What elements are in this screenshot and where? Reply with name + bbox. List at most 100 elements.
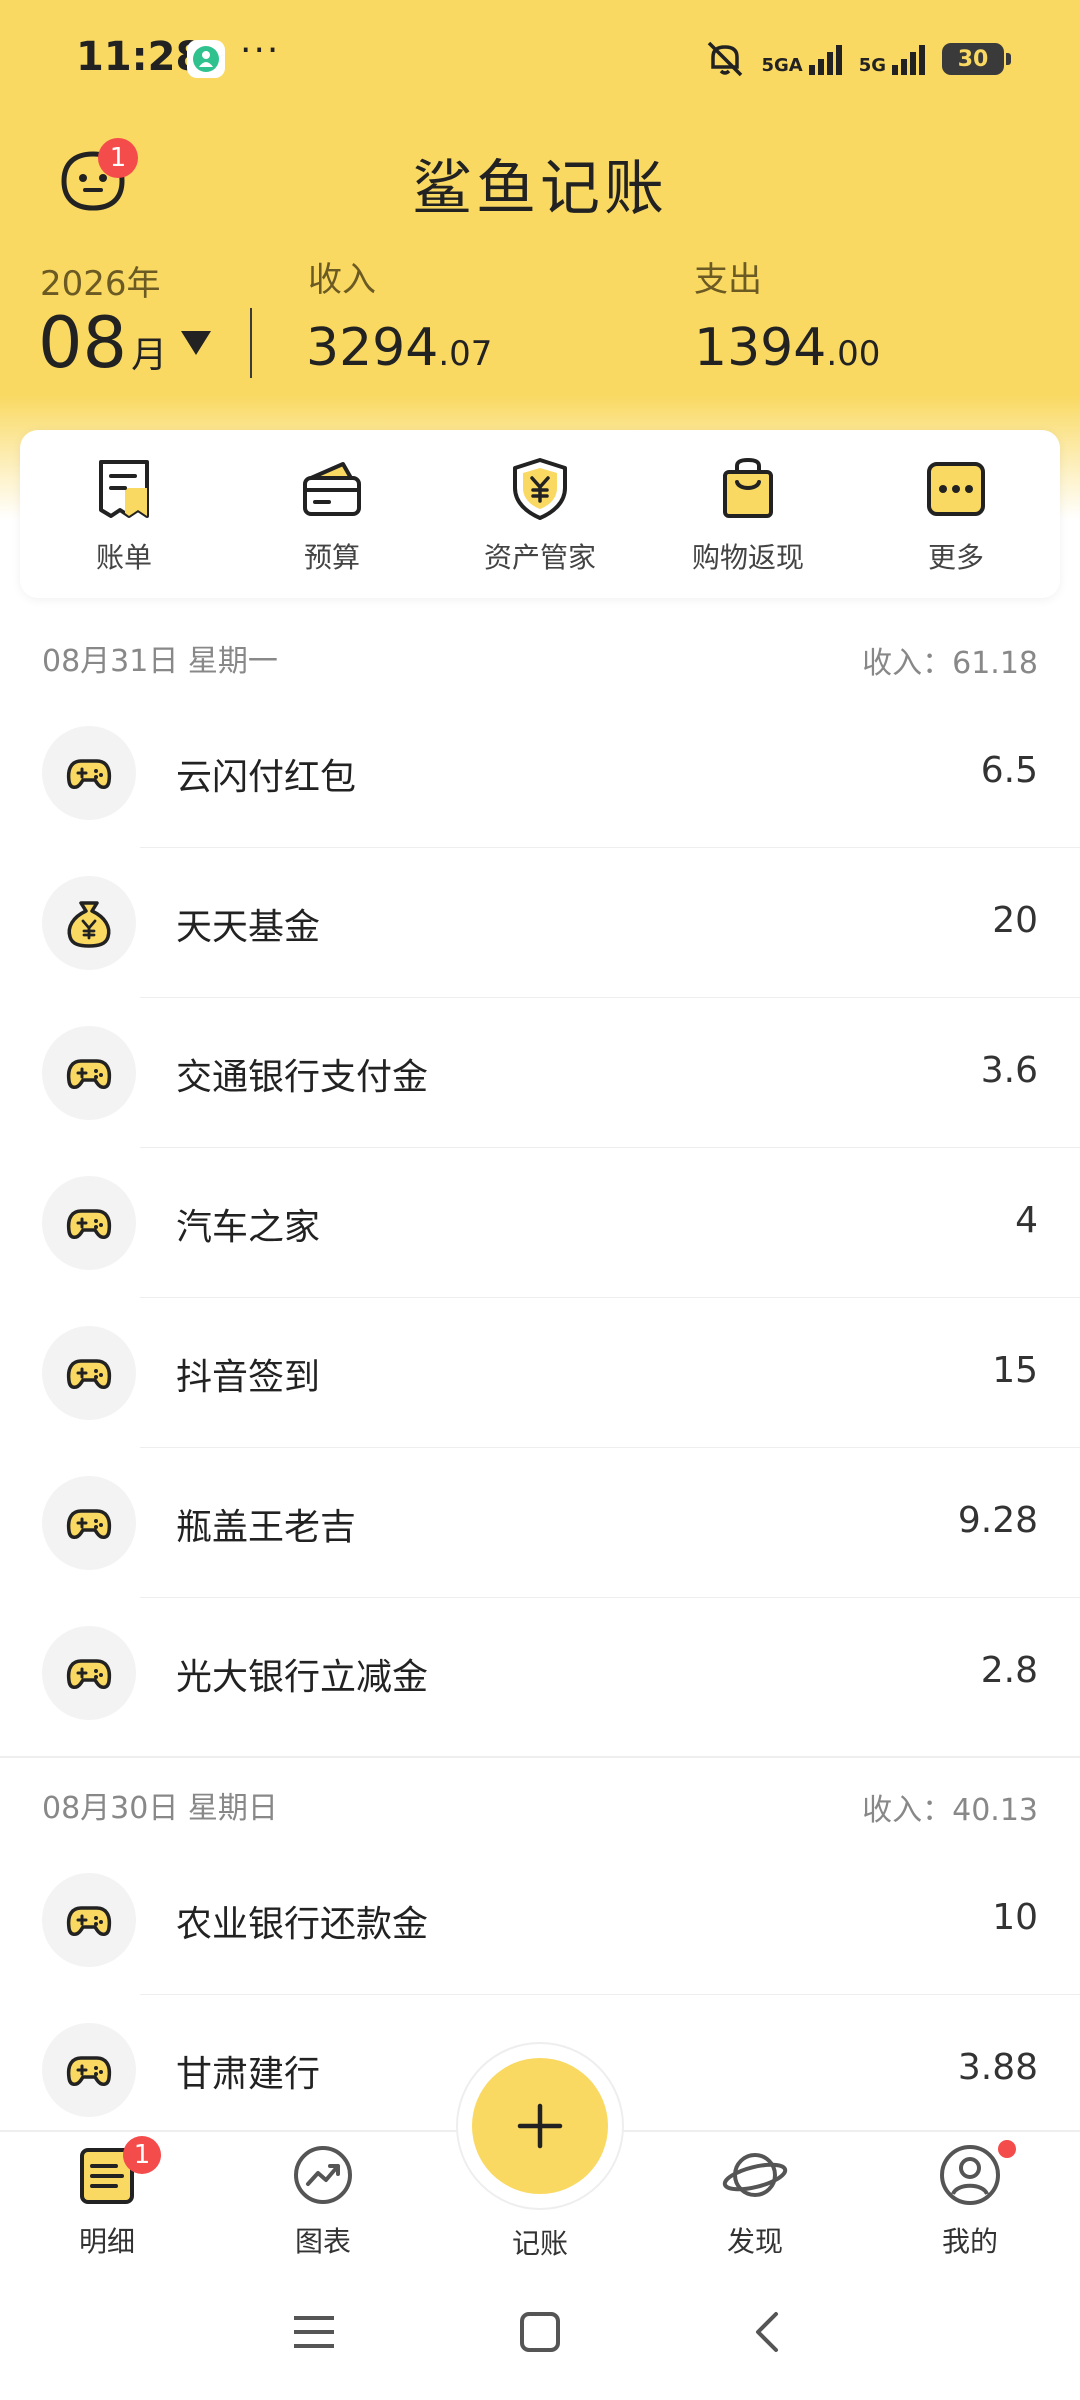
shortcut-label: 账单: [95, 541, 152, 574]
item-amount: 15: [992, 1350, 1038, 1391]
more-icon: [927, 462, 985, 516]
shortcut-label: 购物返现: [691, 541, 804, 574]
category-icon: [42, 1176, 136, 1270]
app-notification-icon: [187, 40, 225, 78]
item-name: 光大银行立减金: [176, 1657, 429, 1698]
shortcut-card: 账单 预算 资产管家 购物返现 更多: [20, 430, 1060, 598]
day-header: 08月30日 星期日 收入：40.13: [0, 1765, 1080, 1845]
income-value: 3294.07: [306, 318, 492, 378]
shortcut-cashback[interactable]: 购物返现: [644, 430, 852, 598]
list-item[interactable]: 云闪付红包 6.5: [0, 698, 1080, 848]
money-bag-icon: [67, 901, 111, 948]
item-amount: 2.8: [980, 1650, 1038, 1691]
net-label-5ga: 5GA: [761, 55, 803, 76]
expense-label: 支出: [694, 260, 762, 300]
item-name: 交通银行支付金: [176, 1057, 429, 1098]
item-amount: 10: [992, 1897, 1038, 1938]
system-nav-bar: [0, 2270, 1080, 2400]
signal-bars-icon: [808, 45, 842, 75]
gamepad-icon: [66, 2056, 112, 2086]
status-more-dots: ···: [240, 30, 281, 71]
gamepad-icon: [66, 1359, 112, 1389]
item-amount: 9.28: [957, 1500, 1038, 1541]
section-divider: [0, 1756, 1080, 1758]
caret-down-icon: [181, 331, 212, 355]
chart-trend-icon: [294, 2146, 352, 2204]
category-icon: [42, 1326, 136, 1420]
category-icon: [42, 1626, 136, 1720]
list-item[interactable]: 抖音签到 15: [0, 1298, 1080, 1448]
day-total: 收入：61.18: [862, 646, 1038, 681]
expense-decimal: .00: [826, 334, 881, 374]
shortcut-label: 资产管家: [483, 541, 596, 574]
category-icon: [42, 1026, 136, 1120]
add-record-button[interactable]: [472, 2058, 608, 2194]
item-name: 瓶盖王老吉: [176, 1507, 357, 1548]
list-item[interactable]: 汽车之家 4: [0, 1148, 1080, 1298]
net-label-5g: 5G: [858, 55, 886, 76]
status-indicators: 5GA 5G 30: [703, 34, 1011, 84]
battery-indicator: 30: [942, 43, 1011, 75]
mute-icon: [708, 41, 743, 77]
day-date: 08月31日 星期一: [42, 644, 278, 679]
shortcut-bill[interactable]: 账单: [20, 430, 228, 598]
item-name: 天天基金: [176, 907, 321, 948]
bill-icon: [99, 460, 149, 518]
list-item[interactable]: 天天基金 20: [0, 848, 1080, 998]
item-name: 云闪付红包: [176, 757, 357, 798]
list-item[interactable]: 光大银行立减金 2.8: [0, 1598, 1080, 1748]
shortcut-more[interactable]: 更多: [852, 430, 1060, 598]
month-picker[interactable]: 08 月: [38, 302, 212, 384]
income-label: 收入: [308, 260, 376, 300]
menu-icon[interactable]: [292, 2310, 336, 2354]
home-square-icon[interactable]: [518, 2310, 562, 2354]
item-amount: 3.6: [980, 1050, 1038, 1091]
expense-integer: 1394: [694, 318, 827, 378]
item-name: 抖音签到: [176, 1357, 321, 1398]
list-item[interactable]: 农业银行还款金 10: [0, 1845, 1080, 1995]
mine-red-dot: [998, 2140, 1016, 2158]
back-arrow-icon[interactable]: [746, 2310, 790, 2354]
plus-icon: [517, 2103, 563, 2149]
item-amount: 3.88: [957, 2047, 1038, 2088]
signal-bars-icon: [892, 45, 925, 75]
shortcut-budget[interactable]: 预算: [228, 430, 436, 598]
signal-5g: 5G: [859, 43, 928, 75]
item-amount: 20: [992, 900, 1038, 941]
category-icon: [42, 1873, 136, 1967]
category-icon: [42, 876, 136, 970]
user-icon: [940, 2145, 1000, 2205]
year-label: 2026年: [40, 264, 161, 304]
category-icon: [42, 1476, 136, 1570]
summary-divider: [250, 308, 252, 378]
add-record-label: 记账: [511, 2227, 568, 2260]
item-name: 汽车之家: [176, 1207, 321, 1248]
gamepad-icon: [66, 759, 112, 789]
category-icon: [42, 726, 136, 820]
day-header: 08月31日 星期一 收入：61.18: [0, 618, 1080, 698]
status-bar: 11:28 ··· 5GA 5G 30: [0, 0, 1080, 118]
shield-yen-icon: [513, 458, 567, 520]
month-unit: 月: [131, 335, 168, 376]
shortcut-assets[interactable]: 资产管家: [436, 430, 644, 598]
month-number: 08: [38, 302, 128, 384]
shortcut-label: 更多: [927, 541, 984, 574]
list-item[interactable]: 交通银行支付金 3.6: [0, 998, 1080, 1148]
status-time: 11:28: [76, 34, 204, 80]
income-decimal: .07: [438, 334, 493, 374]
income-integer: 3294: [306, 318, 439, 378]
category-icon: [42, 2023, 136, 2117]
item-amount: 6.5: [980, 750, 1038, 791]
gamepad-icon: [66, 1659, 112, 1689]
gamepad-icon: [66, 1509, 112, 1539]
gamepad-icon: [66, 1209, 112, 1239]
day-total: 收入：40.13: [862, 1793, 1038, 1828]
gamepad-icon: [66, 1059, 112, 1089]
planet-icon: [722, 2153, 788, 2197]
item-name: 农业银行还款金: [176, 1904, 429, 1945]
expense-value: 1394.00: [694, 318, 880, 378]
wallet-icon: [303, 462, 361, 516]
detail-badge: 1: [123, 2136, 161, 2174]
signal-5ga: 5GA: [761, 43, 844, 75]
list-item[interactable]: 瓶盖王老吉 9.28: [0, 1448, 1080, 1598]
